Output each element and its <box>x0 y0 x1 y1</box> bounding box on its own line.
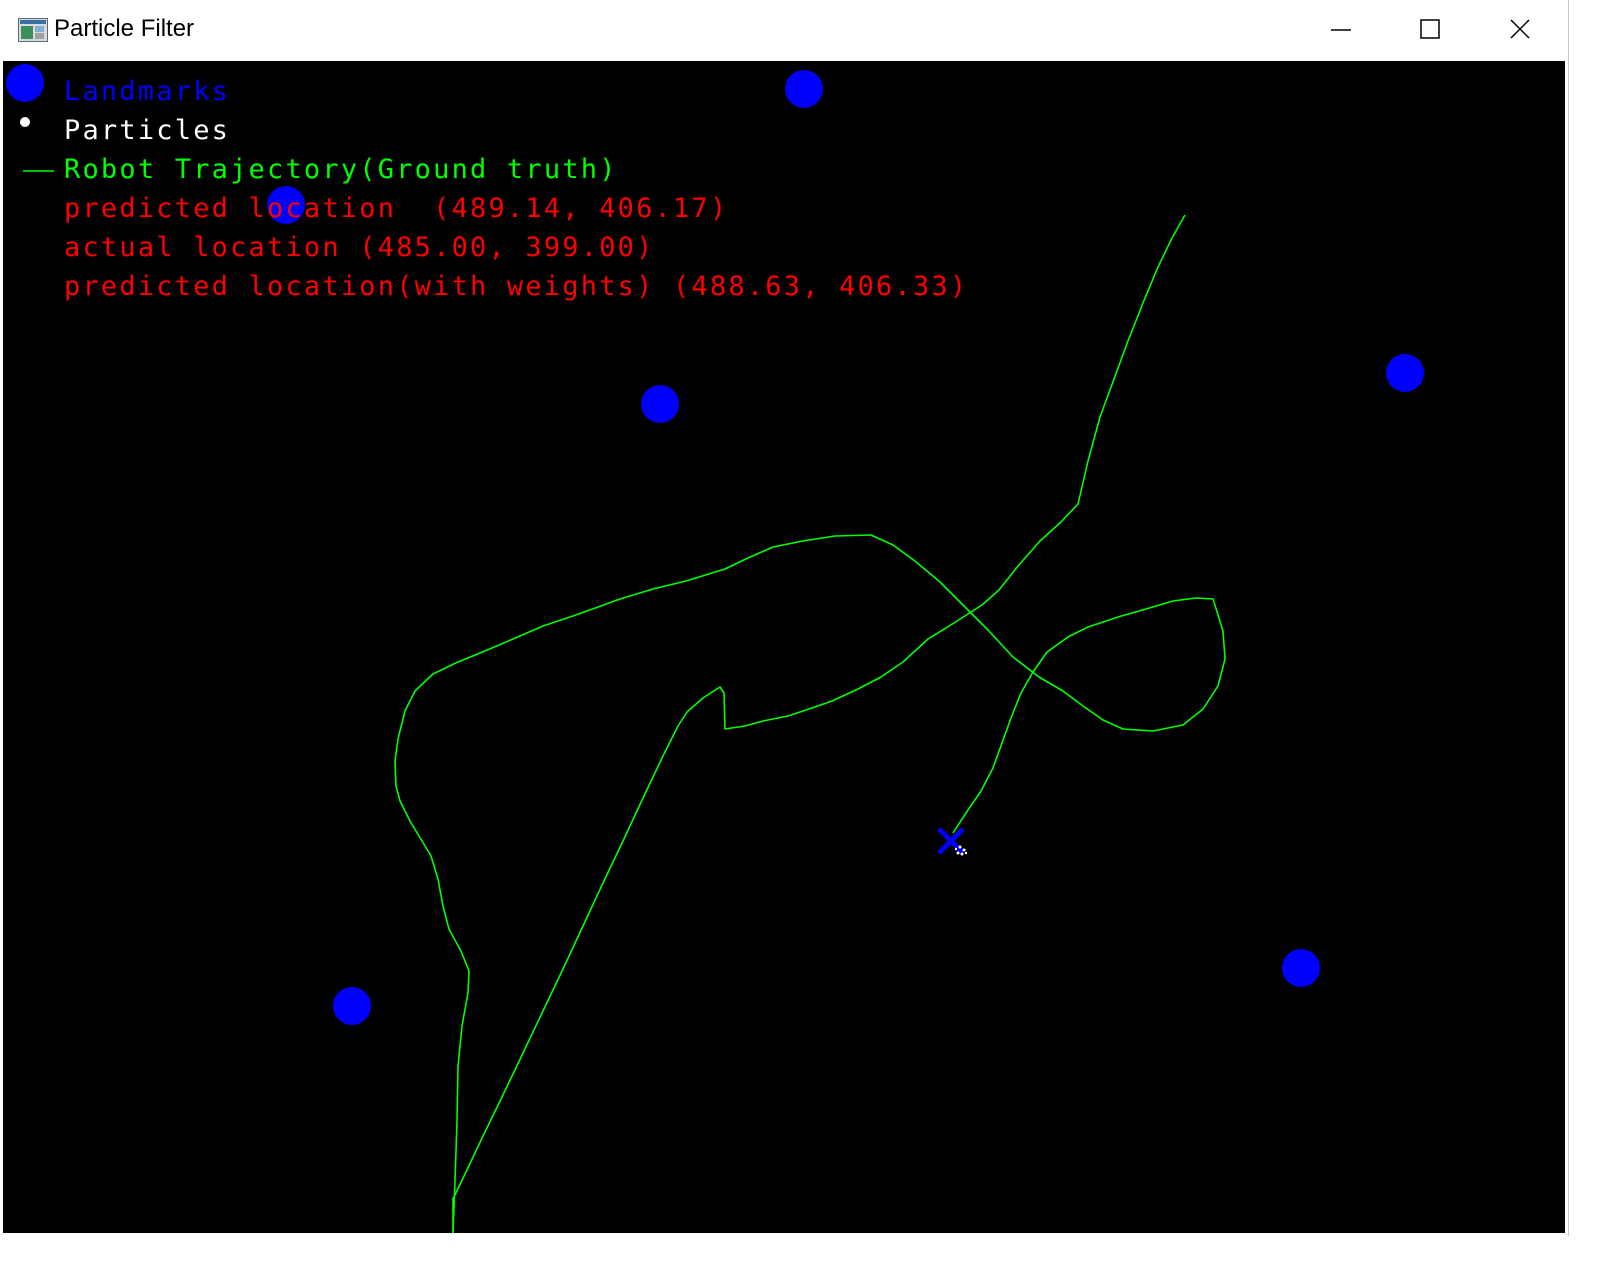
predicted-location-text: predicted location (489.14, 406.17) <box>64 193 729 224</box>
landmark <box>1282 949 1320 987</box>
landmark <box>785 70 823 108</box>
minimize-button[interactable] <box>1296 0 1386 60</box>
landmark <box>641 385 679 423</box>
title-bar[interactable]: Particle Filter <box>0 0 1568 60</box>
close-icon <box>1510 19 1530 39</box>
maximize-icon <box>1420 19 1440 39</box>
particles-legend-marker <box>20 117 30 127</box>
minimize-icon <box>1331 29 1351 31</box>
landmark <box>1386 354 1424 392</box>
robot-marker <box>937 827 965 855</box>
actual-location-text: actual location (485.00, 399.00) <box>64 232 655 263</box>
opencv-window-icon <box>18 18 48 42</box>
legend-particles-label: Particles <box>64 115 231 146</box>
app-window: Particle Filter Landmarks Particles Robo… <box>0 0 1569 1236</box>
simulation-canvas[interactable]: Landmarks Particles Robot Trajectory(Gro… <box>3 61 1565 1233</box>
window-title: Particle Filter <box>54 15 195 42</box>
weighted-predicted-location-text: predicted location(with weights) (488.63… <box>64 271 969 302</box>
landmark <box>6 64 44 102</box>
close-button[interactable] <box>1476 0 1566 60</box>
robot-trajectory <box>452 214 1186 1233</box>
landmark <box>333 987 371 1025</box>
legend-landmarks-label: Landmarks <box>64 76 231 107</box>
legend-trajectory-label: Robot Trajectory(Ground truth) <box>64 154 618 185</box>
maximize-button[interactable] <box>1386 0 1476 60</box>
robot-trajectory-segment <box>394 534 1226 1233</box>
